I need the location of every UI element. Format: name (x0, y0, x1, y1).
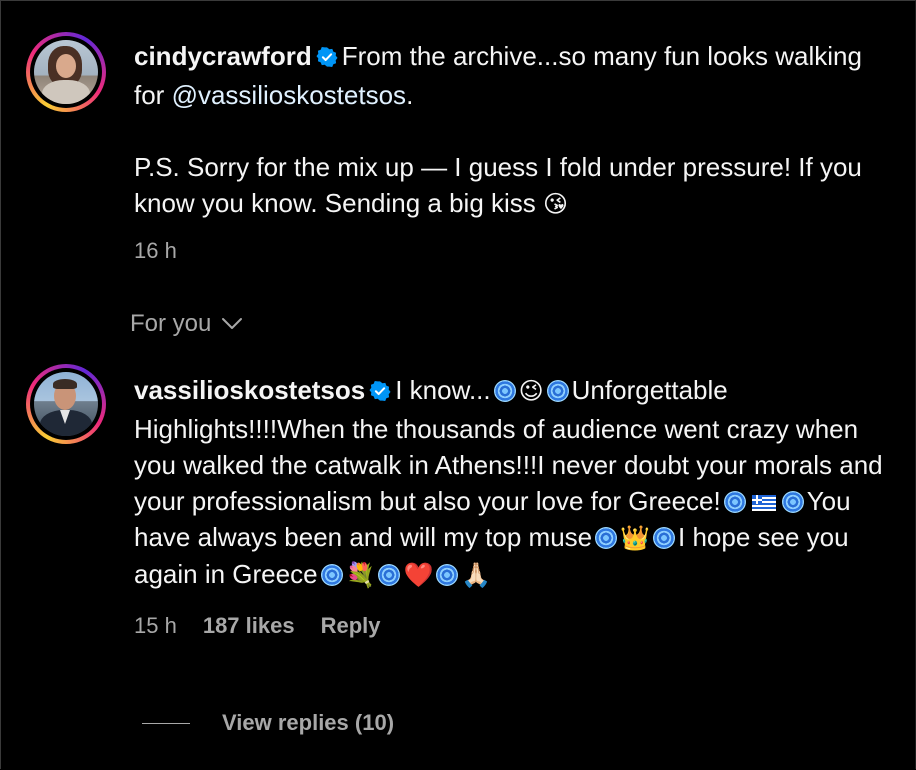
comment-text: cindycrawford From the archive...so many … (134, 38, 892, 222)
mention-link[interactable]: @vassilioskostetsos (172, 80, 406, 110)
kiss-emoji: 😘 (543, 190, 569, 218)
view-replies-label: View replies (10) (222, 710, 395, 735)
wink-emoji: 😉 (518, 377, 544, 405)
comment-vassilioskostetsos: vassilioskostetsos I know... 😉 Unforgettabl… (26, 364, 892, 639)
cyclone-emoji-icon (595, 527, 618, 549)
cyclone-emoji-icon (320, 564, 343, 586)
verified-badge-icon (369, 375, 391, 411)
comment-time[interactable]: 16 h (134, 238, 177, 264)
story-ring[interactable] (26, 32, 106, 112)
comment-body: vassilioskostetsos I know... 😉 Unforgettabl… (134, 364, 892, 639)
username-link[interactable]: cindycrawford (134, 41, 312, 71)
comment-meta: 16 h (134, 238, 892, 264)
avatar[interactable] (34, 40, 98, 104)
verified-badge-icon (316, 41, 338, 77)
comment-text-part: I know... (395, 375, 491, 405)
greece-flag-icon (751, 495, 776, 511)
cyclone-emoji-icon (653, 527, 676, 549)
heart-emoji: ❤️ (403, 561, 434, 589)
pray-emoji: 🙏🏻 (461, 561, 492, 589)
comment-text: vassilioskostetsos I know... 😉 Unforgettabl… (134, 372, 892, 593)
cyclone-emoji-icon (781, 491, 804, 513)
cyclone-emoji-icon (723, 491, 746, 513)
likes-count[interactable]: 187 likes (203, 613, 295, 639)
chevron-down-icon (221, 310, 243, 338)
avatar[interactable] (34, 372, 98, 436)
for-you-label: For you (130, 310, 212, 337)
comment-meta: 15 h 187 likes Reply (134, 613, 892, 639)
username-link[interactable]: vassilioskostetsos (134, 375, 365, 405)
for-you-dropdown[interactable]: For you (130, 310, 243, 338)
comment-time[interactable]: 15 h (134, 613, 177, 639)
cyclone-emoji-icon (378, 564, 401, 586)
cyclone-emoji-icon (436, 564, 459, 586)
bouquet-emoji: 💐 (345, 561, 376, 589)
divider-line (142, 722, 190, 724)
comment-cindycrawford: cindycrawford From the archive...so many … (26, 32, 892, 264)
story-ring[interactable] (26, 364, 106, 444)
cyclone-emoji-icon (493, 380, 516, 402)
view-replies-button[interactable]: View replies (10) (142, 710, 394, 736)
crown-emoji: 👑 (620, 524, 651, 552)
comment-body: cindycrawford From the archive...so many … (134, 32, 892, 264)
cyclone-emoji-icon (546, 380, 569, 402)
reply-button[interactable]: Reply (321, 613, 381, 639)
